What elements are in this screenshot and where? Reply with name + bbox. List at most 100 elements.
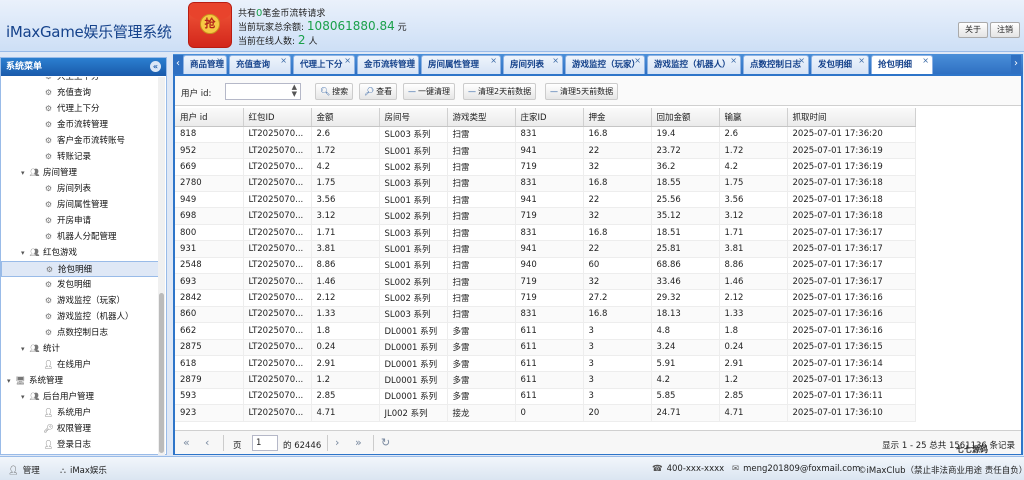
page-number-input[interactable]: 1	[252, 435, 278, 451]
sidebar-item[interactable]: ⚙ 机器人分配管理	[1, 229, 159, 245]
table-row[interactable]: 698 LT2025070... 3.12 SL002 系列 扫雷 719 32 35.12 3…	[175, 207, 916, 225]
table-row[interactable]: 593 LT2025070... 2.85 DL0001 系列 多雷 611 3 5.85 2.…	[175, 388, 916, 406]
column-header[interactable]: 房间号	[379, 108, 448, 127]
tab[interactable]: 房间列表 ×	[503, 55, 563, 74]
close-tab-icon[interactable]: ×	[634, 56, 641, 70]
sidebar-item[interactable]: 👤︎ 在线用户	[1, 357, 159, 373]
table-row[interactable]: 669 LT2025070... 4.2 SL002 系列 扫雷 719 32 36.2 4.2…	[175, 158, 916, 176]
column-header[interactable]: 回加金额	[651, 108, 720, 127]
sidebar-scrollbar[interactable]	[158, 77, 165, 455]
tab[interactable]: 游戏监控（玩家） ×	[565, 55, 645, 74]
sidebar-item[interactable]: 👤︎ 系统用户	[1, 405, 159, 421]
about-button[interactable]: 关于	[958, 22, 988, 38]
sidebar-item[interactable]: ▾ 👥︎ 房间管理	[1, 165, 159, 181]
sidebar-item[interactable]: ⚙ 点数控制日志	[1, 325, 159, 341]
expand-toggle-icon[interactable]: ▾	[21, 389, 29, 405]
first-page-icon[interactable]: «	[183, 436, 190, 449]
column-header[interactable]: 抓取时间	[787, 108, 916, 127]
table-row[interactable]: 818 LT2025070... 2.6 SL003 系列 扫雷 831 16.8 19.4 2…	[175, 126, 916, 143]
view-button[interactable]: 🔎︎ 查看	[359, 83, 398, 100]
tab-scroll-left-icon[interactable]: ‹	[173, 55, 183, 74]
table-row[interactable]: 800 LT2025070... 1.71 SL003 系列 扫雷 831 16.8 18.5…	[175, 224, 916, 242]
close-tab-icon[interactable]: ×	[216, 56, 223, 70]
sidebar-item[interactable]: 🔑︎ 权限管理	[1, 421, 159, 437]
tab[interactable]: 金币流转管理 ×	[357, 55, 419, 74]
table-row[interactable]: 952 LT2025070... 1.72 SL001 系列 扫雷 941 22 23.72 1…	[175, 142, 916, 160]
table-row[interactable]: 693 LT2025070... 1.46 SL002 系列 扫雷 719 32 33.46 1…	[175, 273, 916, 291]
table-cell: 扫雷	[447, 273, 516, 291]
close-tab-icon[interactable]: ×	[858, 56, 865, 70]
tab[interactable]: 点数控制日志 ×	[743, 55, 809, 74]
sidebar-item[interactable]: ⚙ 房间列表	[1, 181, 159, 197]
expand-toggle-icon[interactable]: ▾	[21, 165, 29, 181]
close-tab-icon[interactable]: ×	[730, 56, 737, 70]
sidebar-item[interactable]: ⚙ 代理上下分	[1, 101, 159, 117]
clear-5days-button[interactable]: — 清理5天前数据	[545, 83, 619, 100]
column-header[interactable]: 庄家ID	[515, 108, 584, 127]
expand-toggle-icon[interactable]: ▾	[21, 341, 29, 357]
collapse-sidebar-icon[interactable]: «	[150, 61, 161, 72]
sidebar-item[interactable]: ⚙ 转账记录	[1, 149, 159, 165]
tab[interactable]: 商品管理 ×	[183, 55, 227, 74]
table-row[interactable]: 923 LT2025070... 4.71 JL002 系列 接龙 0 20 24.71 4.7…	[175, 404, 916, 422]
sidebar-item[interactable]: ▾ 👥︎ 后台用户管理	[1, 389, 159, 405]
tab[interactable]: 游戏监控（机器人） ×	[647, 55, 741, 74]
close-tab-icon[interactable]: ×	[344, 56, 351, 70]
table-row[interactable]: 860 LT2025070... 1.33 SL003 系列 扫雷 831 16.8 18.1…	[175, 306, 916, 324]
column-header[interactable]: 游戏类型	[447, 108, 516, 127]
close-tab-icon[interactable]: ×	[922, 56, 929, 70]
close-tab-icon[interactable]: ×	[798, 56, 805, 70]
sidebar-item[interactable]: ⚙ 发包明细	[1, 277, 159, 293]
sidebar-item[interactable]: ⚙ 抢包明细	[1, 261, 159, 277]
search-button[interactable]: 🔍︎ 搜索	[315, 83, 354, 100]
refresh-icon[interactable]: ↻	[381, 436, 390, 449]
close-tab-icon[interactable]: ×	[280, 56, 287, 70]
clear-all-button[interactable]: — 一键清理	[403, 83, 455, 100]
close-tab-icon[interactable]: ×	[552, 56, 559, 70]
sidebar-item[interactable]: ⚙大王上下分	[1, 77, 159, 85]
table-row[interactable]: 618 LT2025070... 2.91 DL0001 系列 多雷 611 3 5.91 2.…	[175, 355, 916, 373]
tab[interactable]: 充值查询 ×	[229, 55, 291, 74]
table-row[interactable]: 931 LT2025070... 3.81 SL001 系列 扫雷 941 22 25.81 3…	[175, 240, 916, 258]
column-header[interactable]: 金额	[311, 108, 380, 127]
sidebar-item[interactable]: ▾ 👥︎ 统计	[1, 341, 159, 357]
sidebar-item[interactable]: ▾ 🖥︎ 系统管理	[1, 373, 159, 389]
sidebar-item[interactable]: ⚙ 金币流转管理	[1, 117, 159, 133]
column-header[interactable]: 用户 id	[175, 108, 244, 127]
table-row[interactable]: 2548 LT2025070... 8.86 SL001 系列 扫雷 940 60 68.86…	[175, 257, 916, 275]
tab[interactable]: 发包明细 ×	[811, 55, 869, 74]
tab[interactable]: 房间属性管理 ×	[421, 55, 501, 74]
clear-2days-button[interactable]: — 清理2天前数据	[463, 83, 537, 100]
sidebar-item[interactable]: ⚙ 充值查询	[1, 85, 159, 101]
sidebar-item[interactable]: 👤︎ 登录日志	[1, 437, 159, 453]
last-page-icon[interactable]: »	[355, 436, 362, 449]
tab[interactable]: 抢包明细 ×	[871, 55, 933, 74]
column-header[interactable]: 输赢	[719, 108, 788, 127]
scrollbar-thumb[interactable]	[159, 293, 164, 453]
stepper-icon[interactable]: ▲ ▼	[292, 84, 297, 98]
sidebar-item[interactable]: ⚙ 游戏监控（机器人）	[1, 309, 159, 325]
table-row[interactable]: 949 LT2025070... 3.56 SL001 系列 扫雷 941 22 25.56 3…	[175, 191, 916, 209]
column-header[interactable]: 红包ID	[243, 108, 312, 127]
sidebar-item[interactable]: ⚙ 游戏监控（玩家）	[1, 293, 159, 309]
close-tab-icon[interactable]: ×	[408, 56, 415, 70]
sidebar-item[interactable]: ⚙ 开房申请	[1, 213, 159, 229]
table-row[interactable]: 662 LT2025070... 1.8 DL0001 系列 多雷 611 3 4.8 1.8 2…	[175, 322, 916, 340]
table-row[interactable]: 2879 LT2025070... 1.2 DL0001 系列 多雷 611 3 4.2 1.2…	[175, 371, 916, 389]
table-row[interactable]: 2842 LT2025070... 2.12 SL002 系列 扫雷 719 27.2 29.…	[175, 289, 916, 307]
logout-button[interactable]: 注销	[990, 22, 1020, 38]
table-row[interactable]: 2875 LT2025070... 0.24 DL0001 系列 多雷 611 3 3.24 0…	[175, 339, 916, 356]
table-row[interactable]: 2780 LT2025070... 1.75 SL003 系列 扫雷 831 16.8 18.…	[175, 175, 916, 193]
userid-field[interactable]: ▲ ▼	[225, 83, 301, 100]
tab[interactable]: 代理上下分 ×	[293, 55, 355, 74]
prev-page-icon[interactable]: ‹	[205, 436, 209, 449]
tab-scroll-right-icon[interactable]: ›	[1011, 55, 1021, 74]
sidebar-item[interactable]: ⚙ 客户金币流转账号	[1, 133, 159, 149]
next-page-icon[interactable]: ›	[335, 436, 339, 449]
sidebar-item[interactable]: ▾ 👥︎ 红包游戏	[1, 245, 159, 261]
expand-toggle-icon[interactable]: ▾	[7, 373, 15, 389]
column-header[interactable]: 押金	[583, 108, 652, 127]
close-tab-icon[interactable]: ×	[490, 56, 497, 70]
sidebar-item[interactable]: ⚙ 房间属性管理	[1, 197, 159, 213]
expand-toggle-icon[interactable]: ▾	[21, 245, 29, 261]
